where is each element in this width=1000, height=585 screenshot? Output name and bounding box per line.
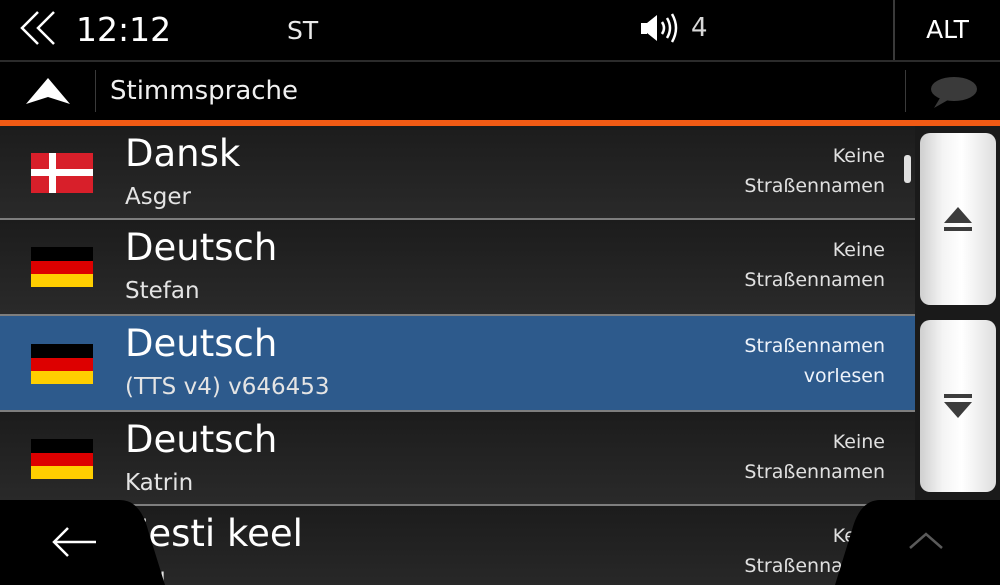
page-title: Stimmsprache: [110, 76, 299, 106]
street-names-info: Straßennamen: [744, 461, 885, 483]
germany-flag-icon: [31, 344, 93, 384]
volume-level: 4: [691, 13, 708, 43]
germany-flag-icon: [31, 247, 93, 287]
divider: [95, 70, 96, 112]
alt-button[interactable]: ALT: [895, 0, 1000, 60]
list-item[interactable]: Deutsch Katrin Keine Straßennamen: [0, 412, 915, 506]
voice-name: Asger: [125, 184, 191, 210]
speaker-volume-icon: [641, 13, 678, 43]
denmark-flag-icon: [31, 153, 93, 193]
eject-up-icon: [944, 207, 972, 231]
status-bar: 12:12 ST 4 ALT: [0, 0, 1000, 60]
list-item[interactable]: Deutsch Stefan Keine Straßennamen: [0, 220, 915, 314]
divider: [905, 70, 906, 112]
list-item[interactable]: Dansk Asger Keine Straßennamen: [0, 126, 915, 220]
language-name: Dansk: [125, 132, 241, 175]
voice-name: Katrin: [125, 470, 194, 496]
voice-name: (TTS v4) v646453: [125, 374, 330, 400]
street-names-info: Keine: [832, 145, 885, 167]
voice-name: Stefan: [125, 278, 200, 304]
germany-flag-icon: [31, 439, 93, 479]
street-names-info: Keine: [832, 239, 885, 261]
title-bar: Stimmsprache: [0, 62, 1000, 120]
list-item-selected[interactable]: Deutsch (TTS v4) v646453 Straßennamen vo…: [0, 316, 915, 410]
arrow-left-icon[interactable]: [50, 524, 100, 560]
speech-bubble-icon[interactable]: [928, 74, 980, 110]
eject-down-icon: [944, 394, 972, 418]
chevron-up-icon[interactable]: [906, 528, 946, 554]
street-names-info: vorlesen: [803, 365, 885, 387]
language-name: Deutsch: [125, 418, 278, 461]
language-name: Deutsch: [125, 226, 278, 269]
street-names-info: Straßennamen: [744, 175, 885, 197]
street-names-info: Keine: [832, 431, 885, 453]
street-names-info: Straßennamen: [744, 335, 885, 357]
clock-time: 12:12: [76, 10, 172, 49]
scrollbar-thumb[interactable]: [904, 155, 911, 183]
gps-state: ST: [287, 16, 319, 45]
street-names-info: Straßennamen: [744, 269, 885, 291]
scroll-up-button[interactable]: [920, 133, 996, 305]
language-name: Deutsch: [125, 322, 278, 365]
double-chevron-left-icon[interactable]: [14, 8, 64, 48]
scroll-down-button[interactable]: [920, 320, 996, 492]
triangle-up-icon[interactable]: [24, 74, 72, 108]
